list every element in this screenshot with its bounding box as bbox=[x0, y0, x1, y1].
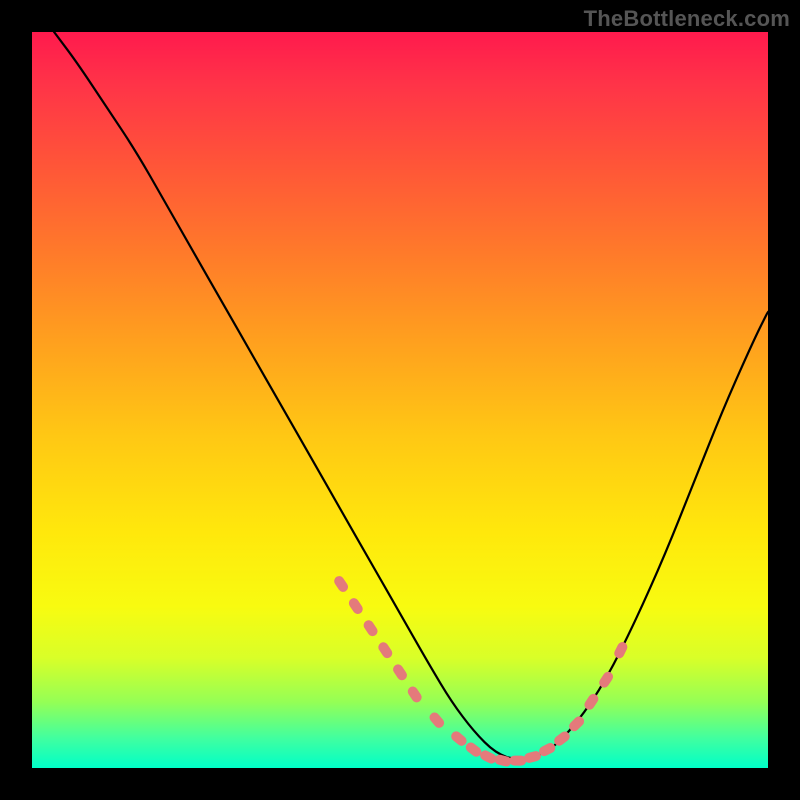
chart-container: TheBottleneck.com bbox=[0, 0, 800, 800]
bottleneck-curve bbox=[54, 32, 768, 759]
curve-marker bbox=[538, 742, 556, 757]
watermark-text: TheBottleneck.com bbox=[584, 6, 790, 32]
curve-marker bbox=[407, 685, 423, 703]
curve-marker bbox=[362, 619, 378, 637]
curve-layer bbox=[32, 32, 768, 768]
curve-marker bbox=[348, 597, 364, 615]
curve-marker bbox=[377, 641, 393, 659]
curve-marker bbox=[392, 663, 408, 681]
curve-marker bbox=[450, 730, 468, 747]
curve-marker bbox=[524, 751, 542, 764]
curve-marker bbox=[465, 741, 483, 758]
curve-marker bbox=[428, 711, 445, 729]
curve-marker bbox=[333, 575, 349, 593]
curve-marker bbox=[613, 641, 628, 659]
curve-marker bbox=[510, 756, 526, 765]
plot-area bbox=[32, 32, 768, 768]
curve-marker bbox=[494, 754, 512, 767]
